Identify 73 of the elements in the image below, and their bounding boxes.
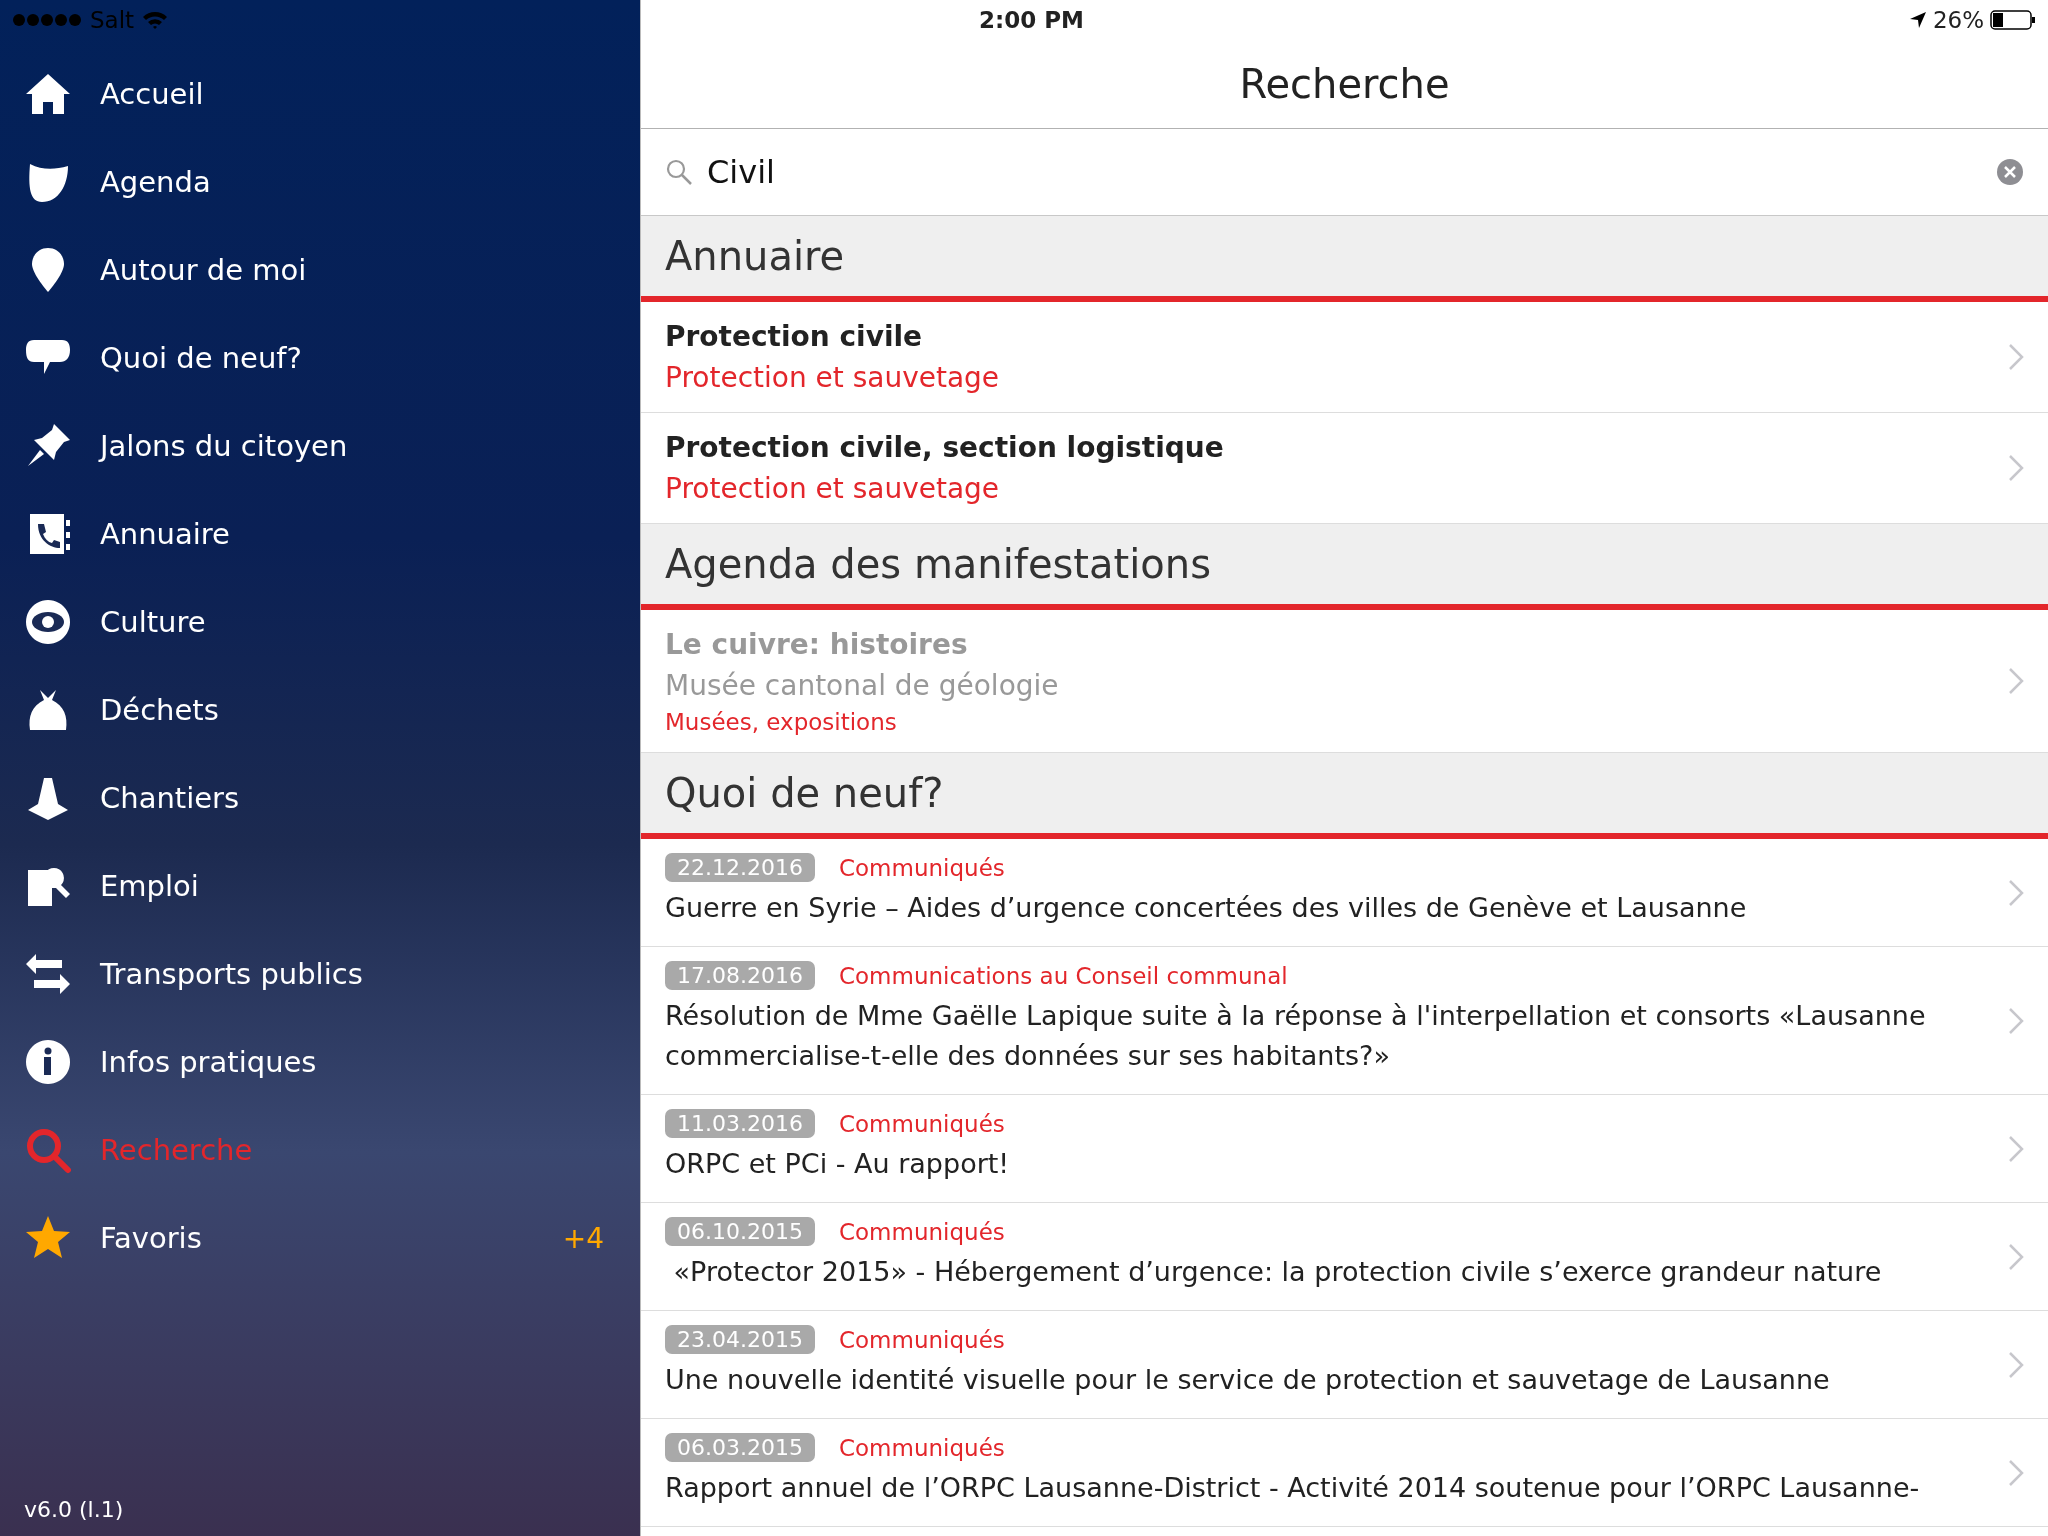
result-subtitle: Protection et sauvetage bbox=[665, 360, 1000, 396]
result-subtitle: Protection et sauvetage bbox=[665, 471, 1000, 507]
menu-item[interactable]: Annuaire bbox=[0, 490, 640, 578]
event-title: Le cuivre: histoires bbox=[665, 627, 968, 663]
battery-icon bbox=[1990, 10, 2036, 30]
news-category: Communiqués bbox=[838, 1326, 1005, 1353]
news-title: Une nouvelle identité visuelle pour le service de protection et sauvetage de Lausanne bbox=[665, 1363, 1830, 1397]
chevron-icon bbox=[2008, 343, 2024, 371]
news-category: Communiqués bbox=[838, 1110, 1005, 1137]
menu-item[interactable]: Agenda bbox=[0, 138, 640, 226]
result-row[interactable]: Protection civile Protection et sauvetage bbox=[641, 302, 2048, 413]
result-title: Protection civile, section logistique bbox=[665, 430, 1224, 466]
menu-item[interactable]: Quoi de neuf? bbox=[0, 314, 640, 402]
date-tag: 06.03.2015 bbox=[665, 1433, 815, 1462]
menu-item[interactable]: Déchets bbox=[0, 666, 640, 754]
chevron-icon bbox=[2008, 1134, 2024, 1163]
menu-item[interactable]: Accueil bbox=[0, 50, 640, 138]
event-category: Musées, expositions bbox=[665, 708, 897, 737]
date-tag: 06.10.2015 bbox=[665, 1217, 815, 1246]
news-title: «Protector 2015» - Hébergement d’urgence: la protection civile s’exerce grandeur nature bbox=[672, 1255, 1882, 1289]
news-title: Guerre en Syrie – Aides d’urgence concertées des villes de Genève et Lausanne bbox=[665, 891, 1747, 925]
result-row[interactable]: 06.10.2015 Communiqués «Protector 2015» - Hébergement d’urgence: la protection civile s’exerce grandeur nature bbox=[641, 1203, 2048, 1311]
info-icon bbox=[24, 1038, 72, 1086]
menu-item[interactable]: Infos pratiques bbox=[0, 1018, 640, 1106]
menu-item[interactable]: Transports publics bbox=[0, 930, 640, 1018]
result-row[interactable]: 11.03.2016 Communiqués ORPC et PCi - Au rapport! bbox=[641, 1095, 2048, 1203]
clear-button[interactable] bbox=[1996, 158, 2024, 186]
page-title: Recherche bbox=[1239, 61, 1450, 107]
signal-icon bbox=[12, 13, 82, 27]
status-time: 2:00 PM bbox=[979, 7, 1084, 33]
news-category: Communications au Conseil communal bbox=[838, 962, 1288, 989]
menu-item[interactable]: Favoris +4 bbox=[0, 1194, 640, 1282]
menu-item[interactable]: Culture bbox=[0, 578, 640, 666]
section-header: Agenda des manifestations bbox=[665, 541, 1211, 587]
chevron-icon bbox=[2008, 667, 2024, 695]
date-tag: 23.04.2015 bbox=[665, 1325, 815, 1354]
search-icon bbox=[665, 158, 693, 186]
news-title: Rapport annuel de l’ORPC Lausanne-District - Activité 2014 soutenue pour l’ORPC Lausanne- bbox=[665, 1471, 1920, 1505]
eye-icon bbox=[24, 598, 72, 646]
result-row[interactable]: 06.03.2015 Communiqués Rapport annuel de l’ORPC Lausanne-District - Activité 2014 soutenue pour l’ORPC Lausanne- bbox=[641, 1419, 2048, 1527]
date-tag: 11.03.2016 bbox=[665, 1109, 815, 1138]
result-row[interactable]: 23.04.2015 Communiqués Une nouvelle identité visuelle pour le service de protection et sauvetage de Lausanne bbox=[641, 1311, 2048, 1419]
event-venue: Musée cantonal de géologie bbox=[665, 668, 1059, 704]
news-category: Communiqués bbox=[838, 854, 1005, 881]
chevron-icon bbox=[2008, 1006, 2024, 1035]
chevron-icon bbox=[2008, 1350, 2024, 1379]
result-row[interactable]: 17.08.2016 Communications au Conseil communal Résolution de Mme Gaëlle Lapique suite à la réponse à l'interpellation et consorts «Lausanne commercialise-t-elle des données sur ses habitants?» bbox=[641, 947, 2048, 1095]
wifi-icon bbox=[142, 10, 169, 30]
battery-percent: 26% bbox=[1932, 7, 1984, 33]
date-tag: 17.08.2016 bbox=[665, 961, 815, 990]
section-header: Quoi de neuf? bbox=[665, 770, 944, 816]
menu-item[interactable]: Chantiers bbox=[0, 754, 640, 842]
news-title: Résolution de Mme Gaëlle Lapique suite à la réponse à l'interpellation et consorts «Lausanne commercialise-t-elle des données sur ses habitants?» bbox=[665, 999, 1927, 1073]
chevron-icon bbox=[2008, 878, 2024, 907]
section-header: Annuaire bbox=[665, 233, 845, 279]
search-icon bbox=[24, 1126, 72, 1174]
chevron-icon bbox=[2008, 1242, 2024, 1271]
date-tag: 22.12.2016 bbox=[665, 853, 815, 882]
favorites-count: +4 bbox=[562, 1221, 604, 1255]
menu-item[interactable]: Jalons du citoyen bbox=[0, 402, 640, 490]
carrier-name: Salt bbox=[90, 7, 135, 33]
menu-item[interactable]: Autour de moi bbox=[0, 226, 640, 314]
location-arrow-icon bbox=[1908, 11, 1927, 29]
result-row[interactable]: 22.12.2016 Communiqués Guerre en Syrie – Aides d’urgence concertées des villes de Genève et Lausanne bbox=[641, 839, 2048, 947]
search-field[interactable]: Civil bbox=[707, 153, 1982, 191]
news-title: ORPC et PCi - Au rapport! bbox=[665, 1147, 1010, 1181]
menu-item[interactable]: Emploi bbox=[0, 842, 640, 930]
news-category: Communiqués bbox=[838, 1434, 1005, 1461]
result-title: Protection civile bbox=[665, 319, 923, 355]
chevron-icon bbox=[2008, 454, 2024, 482]
version-label: v6.0 (l.1) bbox=[23, 1497, 125, 1524]
chevron-icon bbox=[2008, 1458, 2024, 1487]
news-category: Communiqués bbox=[838, 1218, 1005, 1245]
